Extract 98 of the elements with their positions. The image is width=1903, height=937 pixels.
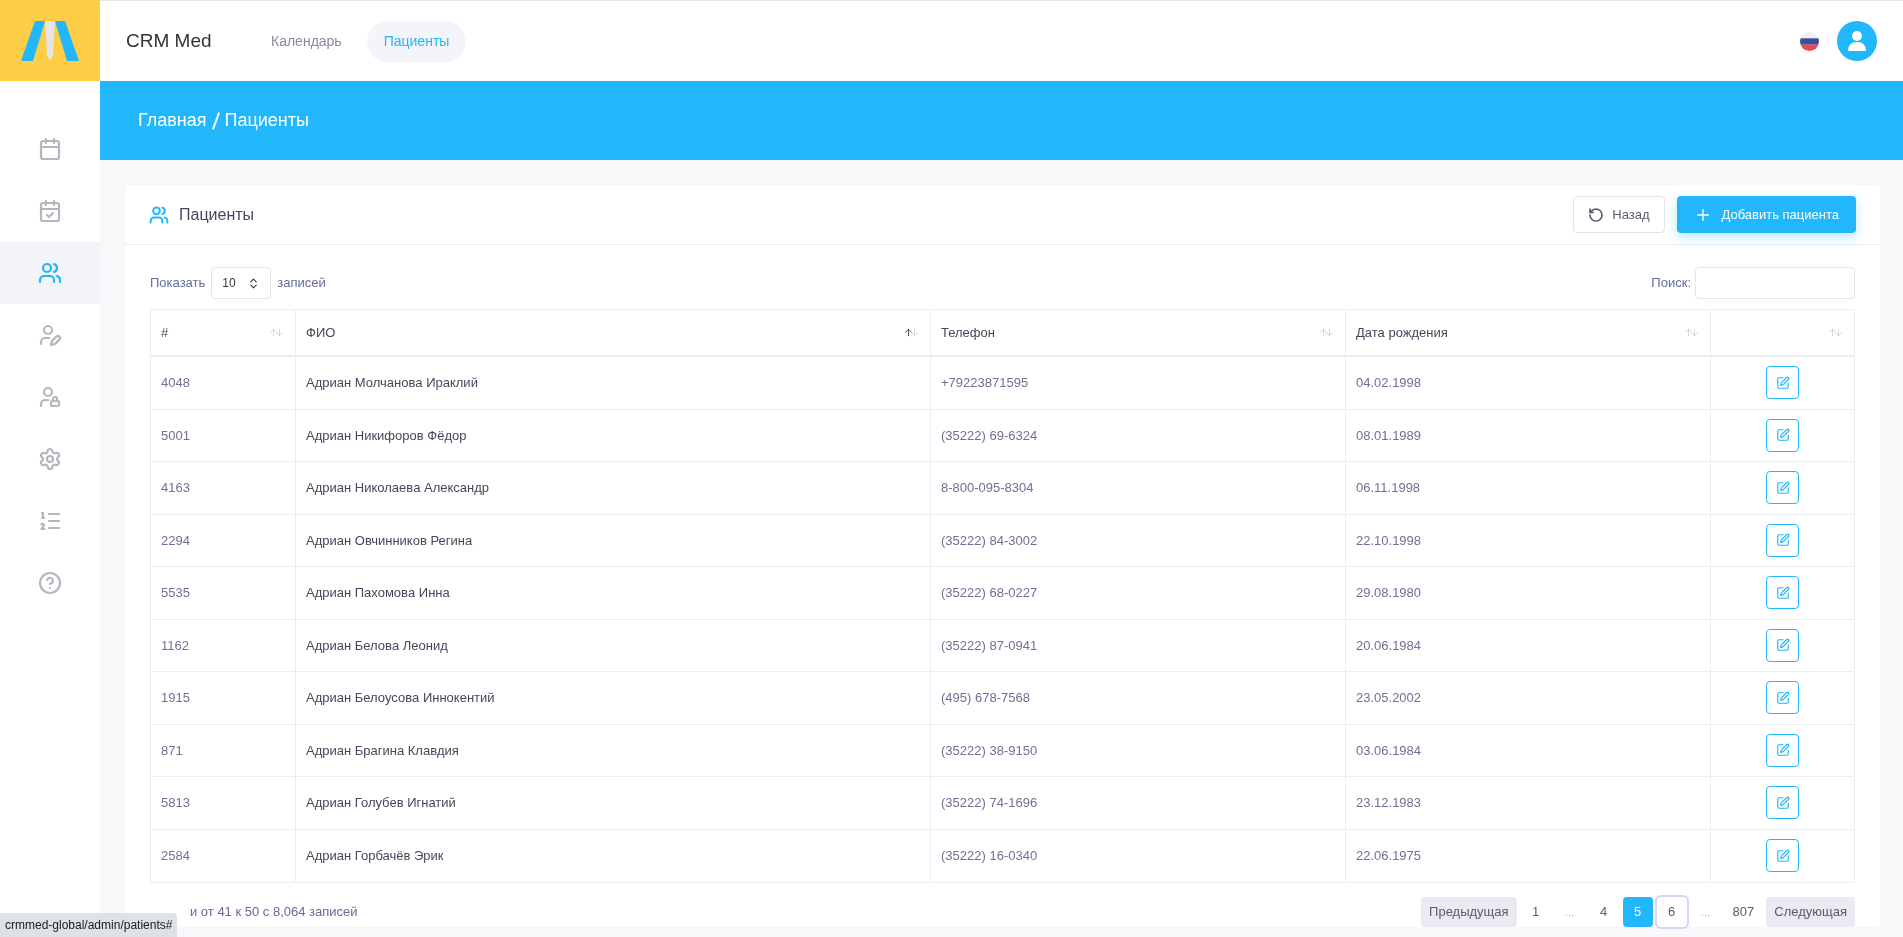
help-icon xyxy=(38,571,62,595)
undo-icon xyxy=(1588,206,1605,223)
table-cell: 22.10.1998 xyxy=(1346,514,1711,566)
pagination-button[interactable]: Следующая xyxy=(1766,897,1855,927)
user-edit-icon xyxy=(38,323,62,347)
table-cell: 20.06.1984 xyxy=(1346,619,1711,671)
table-cell: (35222) 87-0941 xyxy=(931,619,1346,671)
edit-icon xyxy=(1775,533,1790,548)
user-icon xyxy=(1848,31,1866,51)
users-icon xyxy=(38,261,62,285)
table-cell: 4163 xyxy=(151,462,296,514)
edit-button[interactable] xyxy=(1766,418,1799,452)
status-bar-url: crmmed-global/admin/patients# xyxy=(0,913,178,937)
edit-button[interactable] xyxy=(1766,628,1799,662)
table-cell: 03.06.1984 xyxy=(1346,724,1711,776)
table-cell: 08.01.1989 xyxy=(1346,409,1711,461)
sidebar-item[interactable] xyxy=(0,242,100,304)
table-cell: +79223871595 xyxy=(931,357,1346,409)
table-cell: 22.06.1975 xyxy=(1346,829,1711,882)
pagination-button[interactable]: 1 xyxy=(1520,897,1551,927)
column-header[interactable]: Дата рождения xyxy=(1346,310,1711,355)
edit-icon xyxy=(1775,375,1790,390)
edit-button[interactable] xyxy=(1766,471,1799,505)
list-icon xyxy=(38,509,62,533)
search-field[interactable] xyxy=(1695,267,1855,299)
edit-button[interactable] xyxy=(1766,366,1799,400)
pagination-button[interactable]: Предыдущая xyxy=(1421,897,1517,927)
column-header[interactable]: ФИО xyxy=(296,310,931,355)
entries-label: записей xyxy=(277,274,326,293)
table-cell: Адриан Овчинников Регина xyxy=(296,514,931,566)
edit-icon xyxy=(1775,690,1790,705)
edit-icon xyxy=(1775,795,1790,810)
table-cell: 5001 xyxy=(151,409,296,461)
table-cell: 23.05.2002 xyxy=(1346,672,1711,724)
pagination-button[interactable]: 4 xyxy=(1588,897,1619,927)
column-header[interactable]: Телефон xyxy=(931,310,1346,355)
table-cell: (35222) 69-6324 xyxy=(931,409,1346,461)
table-cell: (35222) 16-0340 xyxy=(931,829,1346,882)
table-cell: 8-800-095-8304 xyxy=(931,462,1346,514)
brand-title: CRM Med xyxy=(126,28,213,53)
edit-button[interactable] xyxy=(1766,576,1799,610)
table-cell: Адриан Брагинa Клавдия xyxy=(296,724,931,776)
edit-icon xyxy=(1775,743,1790,758)
pagination-button[interactable]: 807 xyxy=(1724,897,1763,927)
table-cell: Адриан Горбачёв Эрик xyxy=(296,829,931,882)
table-cell: Адриан Николаевa Александр xyxy=(296,462,931,514)
table-cell: 5813 xyxy=(151,777,296,829)
table-cell: 2584 xyxy=(151,829,296,882)
breadcrumb-current: Пациенты xyxy=(224,109,309,132)
back-button[interactable]: Назад xyxy=(1573,196,1665,233)
search-label: Поиск: xyxy=(1651,274,1691,293)
table-cell: 06.11.1998 xyxy=(1346,462,1711,514)
table-cell: Адриан Беловa Леонид xyxy=(296,619,931,671)
edit-icon xyxy=(1775,848,1790,863)
table-cell: Адриан Белоусовa Иннокентий xyxy=(296,672,931,724)
card-title: Пациенты xyxy=(179,204,255,225)
edit-button[interactable] xyxy=(1766,523,1799,557)
table-cell: 871 xyxy=(151,724,296,776)
avatar[interactable] xyxy=(1837,21,1877,61)
table-cell: Адриан Никифоров Фёдор xyxy=(296,409,931,461)
table-cell: 1915 xyxy=(151,672,296,724)
pagination-button[interactable]: 6 xyxy=(1656,897,1687,927)
table-cell: (35222) 38-9150 xyxy=(931,724,1346,776)
column-header[interactable]: # xyxy=(151,310,296,355)
table-cell: Адриан Молчановa Ираклий xyxy=(296,357,931,409)
edit-icon xyxy=(1775,480,1790,495)
table-cell: (35222) 84-3002 xyxy=(931,514,1346,566)
table-cell: 2294 xyxy=(151,514,296,566)
table-cell: 04.02.1998 xyxy=(1346,357,1711,409)
calendar-check-icon xyxy=(38,199,62,223)
settings-icon xyxy=(38,447,62,471)
table-cell: (35222) 74-1696 xyxy=(931,777,1346,829)
table-cell: Адриан Пахомовa Инна xyxy=(296,567,931,619)
nav-tab[interactable]: Календарь xyxy=(254,20,359,62)
logo[interactable] xyxy=(0,0,100,81)
logo-icon xyxy=(21,20,79,61)
table-cell: 4048 xyxy=(151,357,296,409)
table-info: и от 41 к 50 с 8,064 записей xyxy=(190,903,358,922)
users-icon xyxy=(149,204,169,225)
edit-icon xyxy=(1775,585,1790,600)
table-cell: (35222) 68-0227 xyxy=(931,567,1346,619)
table-cell: 23.12.1983 xyxy=(1346,777,1711,829)
table-cell: Адриан Голубев Игнатий xyxy=(296,777,931,829)
edit-icon xyxy=(1775,428,1790,443)
table-cell: 29.08.1980 xyxy=(1346,567,1711,619)
edit-button[interactable] xyxy=(1766,733,1799,767)
flag-icon[interactable] xyxy=(1800,31,1819,51)
edit-icon xyxy=(1775,638,1790,653)
user-lock-icon xyxy=(38,385,62,409)
edit-button[interactable] xyxy=(1766,681,1799,715)
show-label: Показать xyxy=(150,274,206,293)
edit-button[interactable] xyxy=(1766,786,1799,820)
table-cell: 5535 xyxy=(151,567,296,619)
page-size-select[interactable]: 10 xyxy=(211,267,272,299)
table-cell: (495) 678-7568 xyxy=(931,672,1346,724)
edit-button[interactable] xyxy=(1766,839,1799,873)
calendar-icon xyxy=(38,137,62,161)
table-cell: 1162 xyxy=(151,619,296,671)
